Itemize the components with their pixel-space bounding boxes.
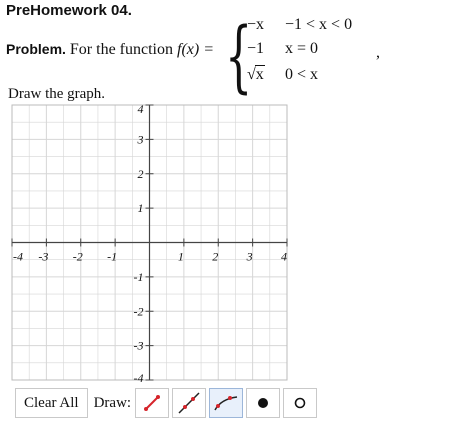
problem-label: Problem. <box>6 41 66 57</box>
x-tick-label: 4 <box>281 250 287 264</box>
trailing-comma: , <box>376 44 380 61</box>
piece-row-3: √x 0 < x <box>247 65 319 84</box>
y-tick-label: 2 <box>138 167 144 181</box>
filled-dot-icon <box>258 398 269 408</box>
homework-title: PreHomework 04. <box>6 2 132 19</box>
open-dot-tool[interactable] <box>283 388 318 418</box>
curve-icon <box>214 396 238 411</box>
curve-tool[interactable] <box>209 388 244 418</box>
x-tick-label: 1 <box>178 250 184 264</box>
clear-all-button[interactable]: Clear All <box>15 388 88 418</box>
y-tick-label: 3 <box>137 132 144 146</box>
x-tick-label: -1 <box>107 250 117 264</box>
problem-statement: Problem. For the function f(x) = <box>6 41 214 59</box>
x-tick-label: 3 <box>246 250 253 264</box>
y-tick-label: -1 <box>134 270 144 284</box>
y-tick-label: -3 <box>134 339 144 353</box>
x-tick-label: -3 <box>38 250 48 264</box>
piece-2-condition: x = 0 <box>285 40 319 57</box>
piece-row-1: −x −1 < x < 0 <box>247 16 352 34</box>
line-segment-tool[interactable] <box>135 388 170 418</box>
piece-1-condition: −1 < x < 0 <box>285 16 353 33</box>
function-name: f(x) = <box>177 41 214 58</box>
x-tick-label: 2 <box>212 250 218 264</box>
problem-text: For the function <box>69 41 173 58</box>
y-tick-label: -4 <box>134 371 144 385</box>
draw-toolbar: Clear All Draw: <box>15 387 318 419</box>
x-tick-label: -4 <box>13 250 23 264</box>
y-tick-label: 1 <box>138 201 144 215</box>
draw-label: Draw: <box>93 394 132 411</box>
piece-row-2: −1 x = 0 <box>247 40 318 58</box>
segment-icon <box>144 395 161 411</box>
piece-3-expression: √x <box>247 65 281 84</box>
y-tick-label: 4 <box>138 102 144 116</box>
piece-1-expression: −x <box>247 16 265 33</box>
piece-2-expression: −1 <box>247 40 265 57</box>
graph-canvas[interactable]: -4 -3 -2 -1 1 2 3 4 4 3 2 1 -1 -2 -3 -4 <box>0 100 300 385</box>
closed-dot-tool[interactable] <box>246 388 281 418</box>
open-dot-icon <box>294 397 306 409</box>
line-tool[interactable] <box>172 388 207 418</box>
piece-3-condition: 0 < x <box>285 66 319 83</box>
line-icon <box>178 392 200 414</box>
x-tick-label: -2 <box>73 250 83 264</box>
y-tick-label: -2 <box>134 304 144 318</box>
sqrt-radicand: x <box>254 65 265 83</box>
